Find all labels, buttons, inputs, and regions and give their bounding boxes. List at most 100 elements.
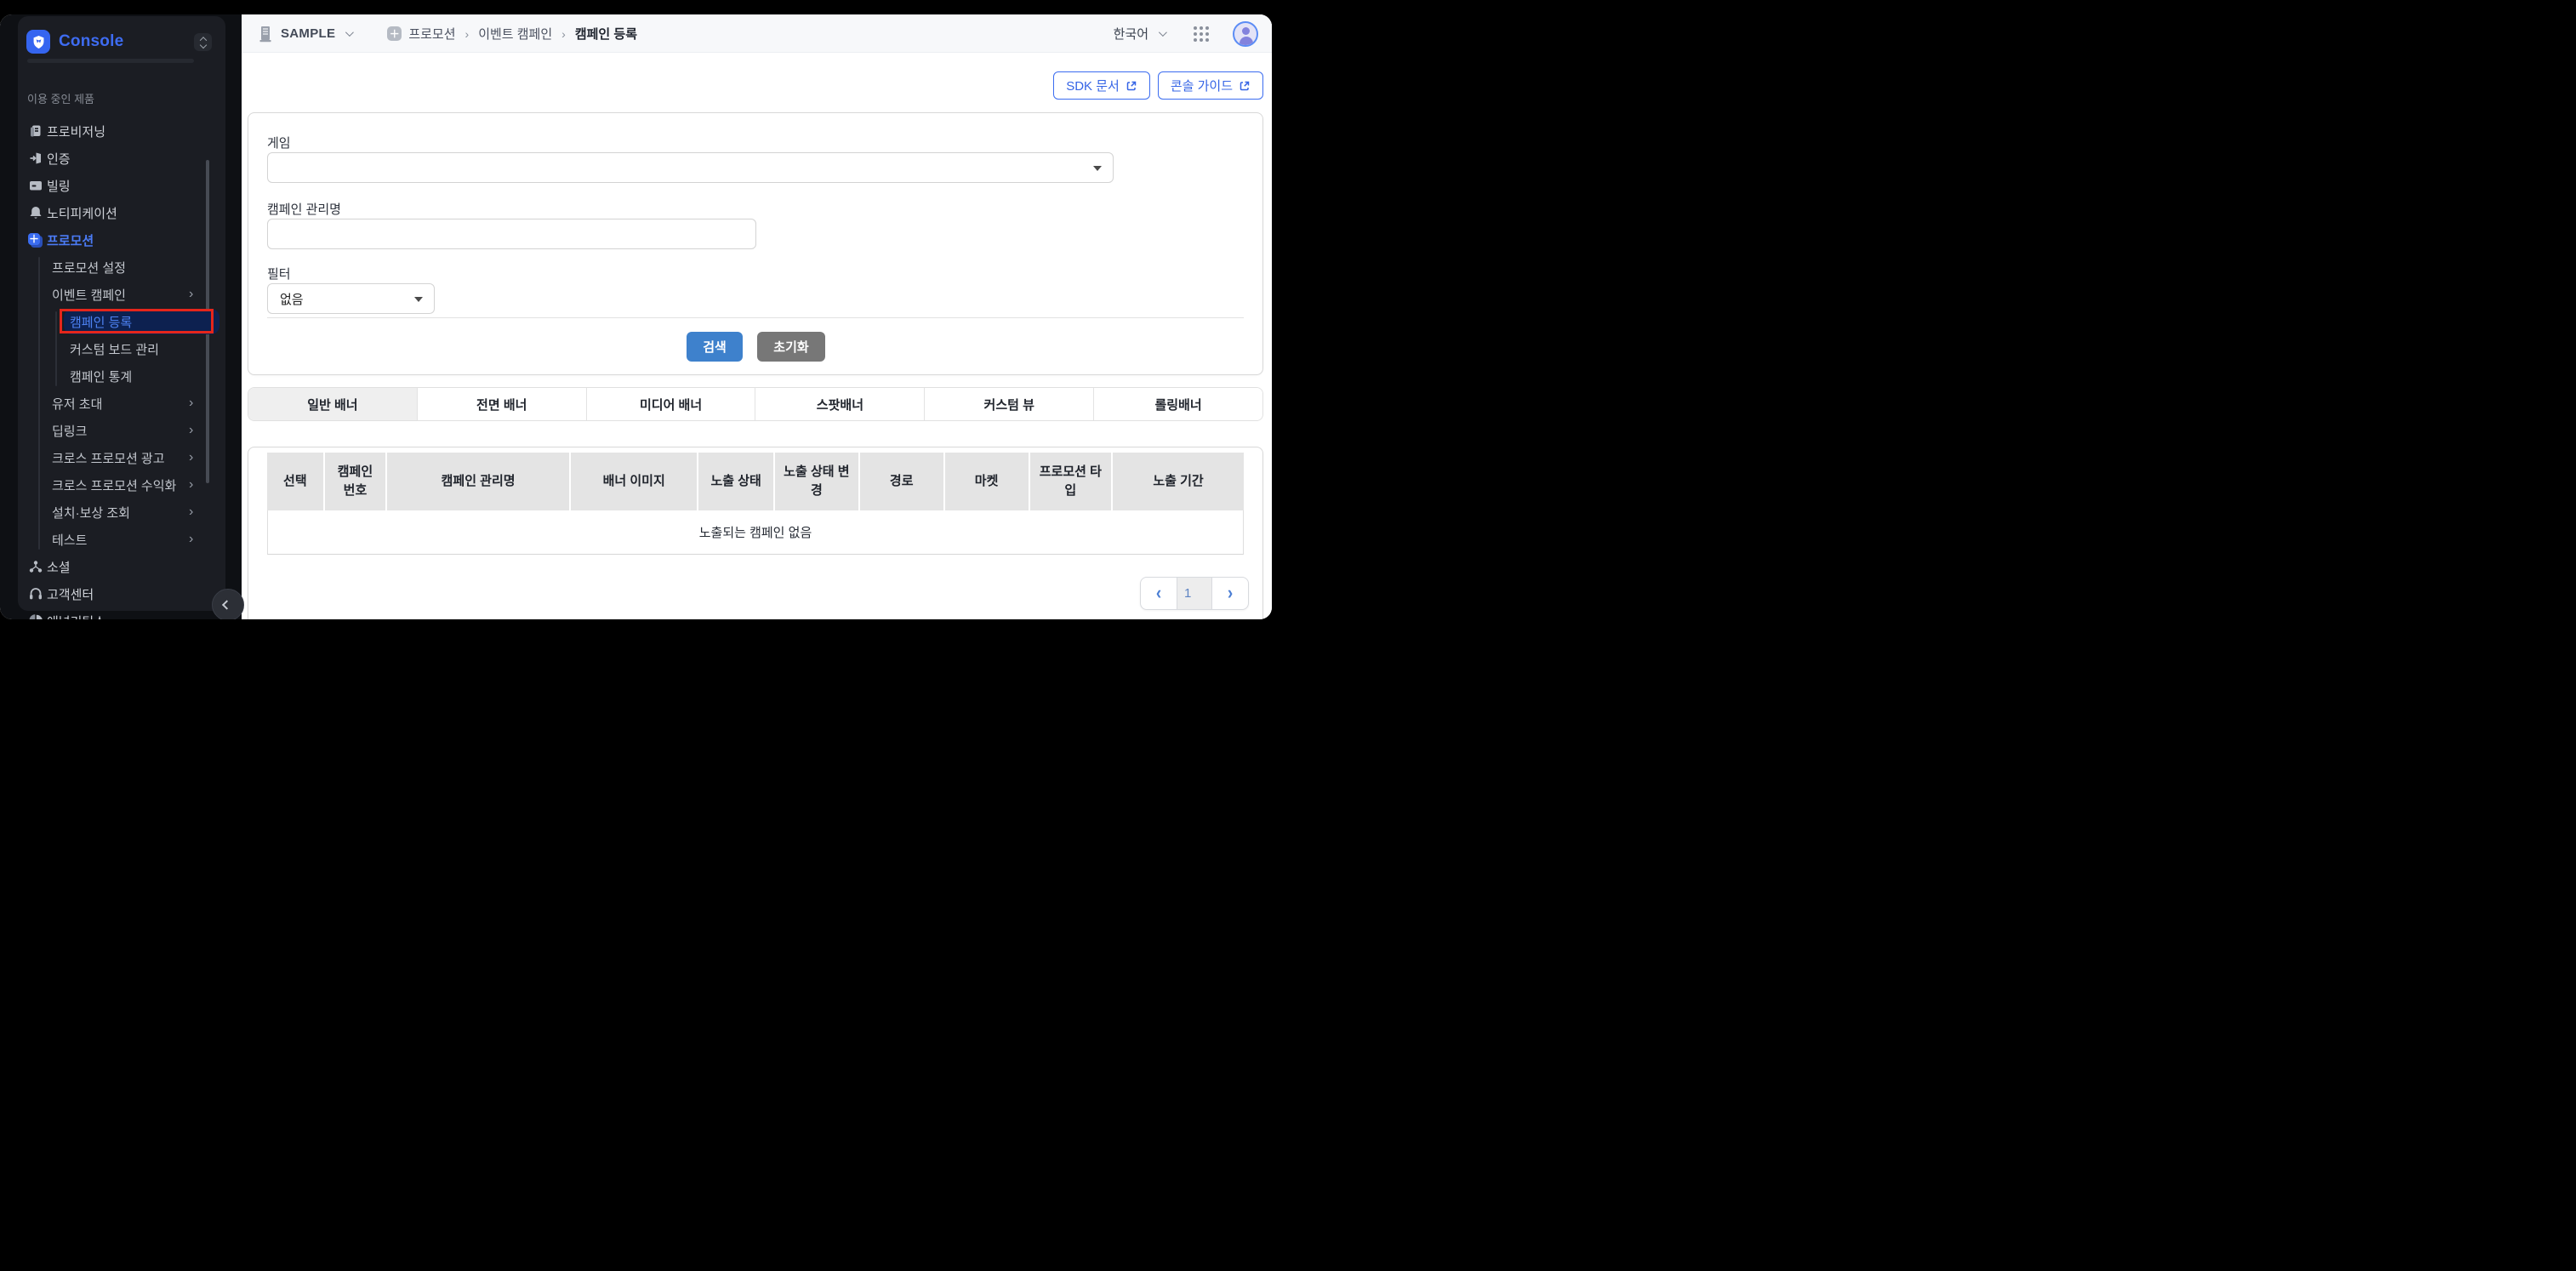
billing-icon — [27, 178, 43, 194]
breadcrumb-item[interactable]: 프로모션 — [408, 25, 455, 43]
sidebar-item-cross-promotion-monetize[interactable]: 크로스 프로모션 수익화 › — [18, 471, 225, 499]
chevron-down-icon — [345, 28, 354, 37]
table-header-row: 선택 캠페인 번호 캠페인 관리명 배너 이미지 노출 상태 노출 상태 변경 … — [267, 453, 1244, 510]
filter-select[interactable]: 없음 — [267, 283, 435, 314]
tab-custom-view[interactable]: 커스텀 뷰 — [925, 388, 1094, 420]
tab-general-banner[interactable]: 일반 배너 — [248, 388, 418, 420]
game-select[interactable] — [267, 152, 1114, 183]
filter-label: 필터 — [267, 265, 291, 282]
notification-icon — [27, 205, 43, 221]
search-filter-card: 게임 캠페인 관리명 필터 없음 검색 초기화 — [248, 112, 1263, 375]
sidebar-item-analytics[interactable]: 애널리틱스 — [18, 607, 225, 619]
sidebar-item-auth[interactable]: 인증 — [18, 145, 225, 172]
chevron-left-icon — [222, 600, 231, 609]
current-page[interactable]: 1 — [1177, 578, 1212, 609]
banner-type-tabs: 일반 배너 전면 배너 미디어 배너 스팟배너 커스텀 뷰 롤링배너 — [248, 387, 1263, 421]
tab-rolling-banner[interactable]: 롤링배너 — [1094, 388, 1262, 420]
language-selector[interactable]: 한국어 — [1114, 25, 1165, 43]
sidebar-divider — [27, 59, 194, 63]
sidebar-item-promotion-settings[interactable]: 프로모션 설정 — [18, 254, 225, 281]
auth-icon — [27, 151, 43, 167]
sidebar-item-deeplink[interactable]: 딥링크 › — [18, 417, 225, 444]
sidebar-item-provisioning[interactable]: 프로비저닝 — [18, 117, 225, 145]
sidebar-item-test[interactable]: 테스트 › — [18, 526, 225, 553]
sidebar-item-support[interactable]: 고객센터 — [18, 580, 225, 607]
sidebar-item-custom-board[interactable]: 커스텀 보드 관리 — [18, 335, 225, 362]
sidebar-item-billing[interactable]: 빌링 — [18, 172, 225, 199]
sidebar-header: Console — [26, 23, 217, 60]
user-avatar[interactable] — [1233, 21, 1258, 47]
breadcrumb-item[interactable]: 이벤트 캠페인 — [478, 25, 552, 43]
search-button[interactable]: 검색 — [687, 332, 743, 362]
language-label: 한국어 — [1114, 25, 1148, 43]
tab-full-banner[interactable]: 전면 배너 — [418, 388, 587, 420]
campaign-name-label: 캠페인 관리명 — [267, 200, 341, 218]
col-promotion-type: 프로모션 타입 — [1030, 453, 1114, 510]
sidebar-item-cross-promotion-ads[interactable]: 크로스 프로모션 광고 › — [18, 444, 225, 471]
col-campaign-name: 캠페인 관리명 — [387, 453, 571, 510]
main-area: SAMPLE ＋ 프로모션 › 이벤트 캠페인 › 캠페인 등록 한국어 — [242, 14, 1272, 619]
next-page-button[interactable]: › — [1212, 578, 1248, 609]
col-exposure-status: 노출 상태 — [698, 453, 775, 510]
chevron-down-icon — [1159, 28, 1167, 37]
game-label: 게임 — [267, 134, 291, 151]
sidebar-collapse-button[interactable] — [212, 589, 244, 619]
chevron-right-icon: › — [189, 288, 193, 301]
col-exposure-status-change: 노출 상태 변경 — [775, 453, 860, 510]
breadcrumb: ＋ 프로모션 › 이벤트 캠페인 › 캠페인 등록 — [387, 25, 637, 43]
chevron-right-icon: › — [189, 451, 193, 465]
breadcrumb-separator: › — [561, 27, 566, 41]
sidebar-item-campaign-stats[interactable]: 캠페인 통계 — [18, 362, 225, 390]
pagination: ‹ 1 › — [1140, 577, 1249, 610]
campaign-name-input[interactable] — [267, 219, 756, 249]
sidebar-item-campaign-register[interactable]: 캠페인 등록 — [18, 308, 225, 335]
topbar: SAMPLE ＋ 프로모션 › 이벤트 캠페인 › 캠페인 등록 한국어 — [242, 14, 1272, 53]
sidebar-item-event-campaign[interactable]: 이벤트 캠페인 › — [18, 281, 225, 308]
promotion-icon: ＋ — [27, 232, 43, 248]
dropdown-caret-icon — [414, 297, 423, 302]
breadcrumb-separator: › — [465, 27, 470, 41]
social-icon — [27, 559, 43, 575]
app-title: Console — [59, 32, 123, 51]
support-icon — [27, 586, 43, 602]
external-link-icon — [1239, 80, 1251, 92]
sidebar-item-promotion[interactable]: ＋ 프로모션 — [18, 226, 225, 254]
app-window: Console 이용 중인 제품 프로비저닝 인증 빌링 — [0, 14, 1272, 619]
campaign-table-card: 선택 캠페인 번호 캠페인 관리명 배너 이미지 노출 상태 노출 상태 변경 … — [248, 447, 1263, 619]
col-select: 선택 — [267, 453, 325, 510]
campaign-table: 선택 캠페인 번호 캠페인 관리명 배너 이미지 노출 상태 노출 상태 변경 … — [267, 453, 1244, 555]
console-guide-button[interactable]: 콘솔 가이드 — [1158, 71, 1263, 100]
sidebar-nav: 이용 중인 제품 프로비저닝 인증 빌링 노티피케이션 — [18, 89, 225, 619]
sidebar-item-install-reward[interactable]: 설치·보상 조회 › — [18, 499, 225, 526]
sidebar-expand-toggle[interactable] — [194, 33, 212, 51]
external-link-icon — [1126, 80, 1137, 92]
chevron-right-icon: › — [189, 424, 193, 437]
chevron-right-icon: › — [189, 533, 193, 546]
sidebar-item-user-invite[interactable]: 유저 초대 › — [18, 390, 225, 417]
project-selector[interactable]: SAMPLE — [257, 25, 351, 43]
col-market: 마켓 — [945, 453, 1030, 510]
sidebar-item-notification[interactable]: 노티피케이션 — [18, 199, 225, 226]
col-exposure-period: 노출 기간 — [1113, 453, 1244, 510]
col-banner-image: 배너 이미지 — [571, 453, 698, 510]
empty-row: 노출되는 캠페인 없음 — [267, 510, 1244, 555]
breadcrumb-current: 캠페인 등록 — [575, 25, 637, 43]
col-path: 경로 — [860, 453, 945, 510]
reset-button[interactable]: 초기화 — [757, 332, 825, 362]
promotion-badge-icon: ＋ — [387, 26, 402, 41]
sidebar-section-label: 이용 중인 제품 — [18, 89, 225, 106]
sidebar-item-social[interactable]: 소셜 — [18, 553, 225, 580]
dropdown-caret-icon — [1093, 166, 1102, 171]
prev-page-button[interactable]: ‹ — [1141, 578, 1177, 609]
chevron-left-icon: ‹ — [1156, 584, 1161, 603]
building-icon — [257, 25, 274, 43]
tab-spot-banner[interactable]: 스팟배너 — [755, 388, 925, 420]
chevron-right-icon: › — [189, 478, 193, 492]
console-logo-icon — [26, 30, 50, 54]
app-grid-icon[interactable] — [1194, 26, 1209, 42]
chevron-right-icon: › — [1228, 584, 1233, 603]
sdk-docs-button[interactable]: SDK 문서 — [1053, 71, 1150, 100]
col-campaign-number: 캠페인 번호 — [325, 453, 387, 510]
tab-media-banner[interactable]: 미디어 배너 — [587, 388, 756, 420]
project-name: SAMPLE — [281, 26, 335, 41]
